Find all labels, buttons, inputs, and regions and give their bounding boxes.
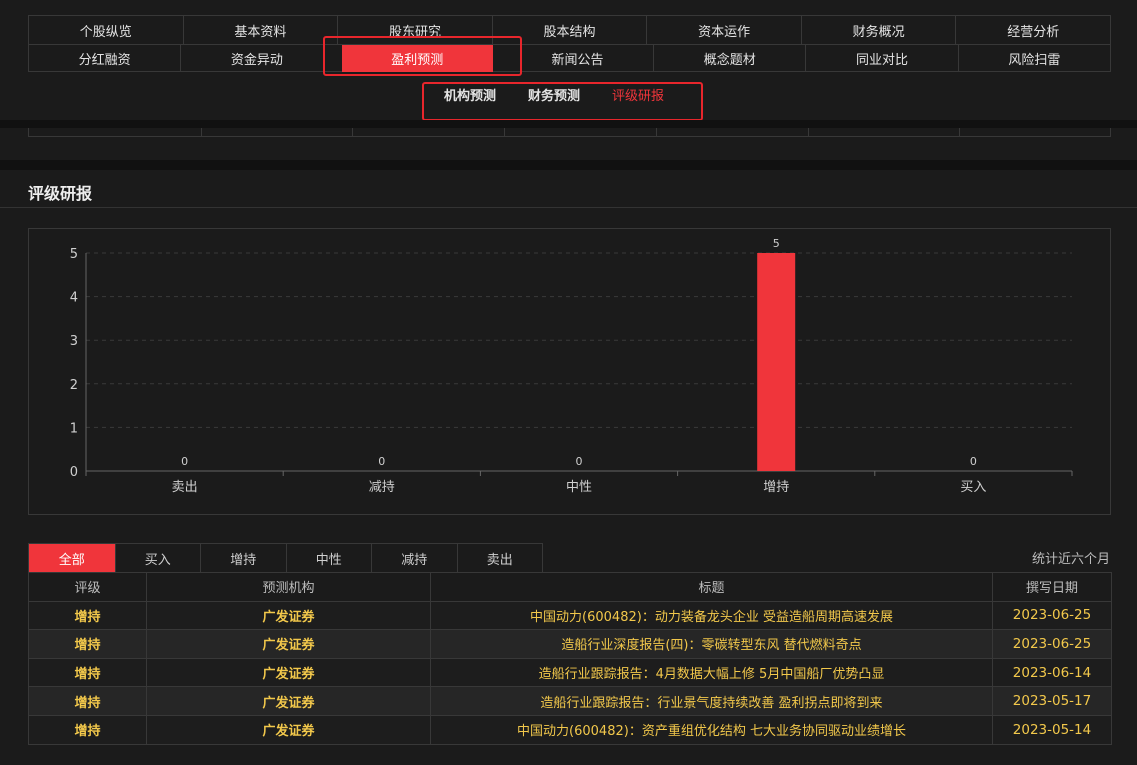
main-nav: 个股纵览 基本资料 股东研究 股本结构 资本运作 财务概况 经营分析 分红融资 … (28, 15, 1111, 72)
highlight-box-nav (323, 36, 522, 76)
report-table: 评级 预测机构 标题 撰写日期 增持 广发证券 中国动力(600482)：动力装… (28, 572, 1112, 745)
table-header-row: 评级 预测机构 标题 撰写日期 (28, 572, 1112, 602)
strip-divider (504, 128, 505, 136)
cell-rating: 增持 (28, 657, 147, 688)
section-title: 评级研报 (28, 184, 93, 203)
cell-rating: 增持 (28, 600, 147, 631)
table-row[interactable]: 增持 广发证券 中国动力(600482)：资产重组优化结构 七大业务协同驱动业绩… (28, 714, 1112, 745)
nav-item-overview[interactable]: 个股纵览 (29, 16, 183, 44)
stat-period-note: 统计近六个月 (1031, 552, 1110, 567)
y-tick-label: 4 (70, 291, 78, 306)
header-title[interactable]: 标题 (430, 572, 993, 602)
header-date[interactable]: 撰写日期 (992, 572, 1112, 602)
data-label: 5 (773, 237, 780, 250)
cell-date: 2023-05-14 (992, 714, 1112, 745)
cell-org: 广发证券 (146, 714, 431, 745)
header-org[interactable]: 预测机构 (146, 572, 431, 602)
section-divider (0, 160, 1137, 170)
previous-table-remnant (28, 128, 1111, 137)
table-row[interactable]: 增持 广发证券 造船行业跟踪报告：行业景气度持续改善 盈利拐点即将到来 2023… (28, 686, 1112, 716)
cell-org: 广发证券 (146, 629, 431, 659)
rating-bar-chart: 0 1 2 3 4 5 0 卖出 0 减持 0 中性 5 增持 0 买入 (70, 237, 1073, 495)
filter-tab-sell[interactable]: 卖出 (456, 544, 543, 573)
cell-title-link[interactable]: 造船行业跟踪报告：行业景气度持续改善 盈利拐点即将到来 (430, 686, 993, 716)
nav-item-capital-operation[interactable]: 资本运作 (646, 16, 801, 44)
nav-item-peer-comparison[interactable]: 同业对比 (805, 45, 957, 72)
cell-rating: 增持 (28, 686, 147, 716)
data-label: 0 (970, 455, 977, 468)
cell-org: 广发证券 (146, 657, 431, 688)
highlight-box-subtabs (422, 82, 703, 121)
cell-title-link[interactable]: 中国动力(600482)：资产重组优化结构 七大业务协同驱动业绩增长 (430, 714, 993, 745)
filter-tab-neutral[interactable]: 中性 (285, 544, 372, 573)
rating-chart-panel: 0 1 2 3 4 5 0 卖出 0 减持 0 中性 5 增持 0 买入 (28, 228, 1111, 515)
x-tick-label: 增持 (763, 480, 789, 495)
strip-divider (808, 128, 809, 136)
strip-divider (352, 128, 353, 136)
cell-rating: 增持 (28, 629, 147, 659)
nav-item-news-announcements[interactable]: 新闻公告 (502, 45, 653, 72)
x-tick-label: 卖出 (172, 480, 198, 495)
y-tick-label: 1 (70, 421, 78, 436)
cell-title-link[interactable]: 造船行业深度报告(四)：零碳转型东风 替代燃料奇点 (430, 629, 993, 659)
strip-divider (656, 128, 657, 136)
filter-tab-underweight[interactable]: 减持 (371, 544, 457, 573)
nav-item-fund-movement[interactable]: 资金异动 (180, 45, 332, 72)
cell-org: 广发证券 (146, 600, 431, 631)
nav-item-basic-info[interactable]: 基本资料 (182, 16, 338, 44)
rating-filter-tabs: 全部 买入 增持 中性 减持 卖出 (28, 543, 543, 573)
y-tick-label: 3 (70, 334, 78, 349)
table-row[interactable]: 增持 广发证券 造船行业跟踪报告：4月数据大幅上修 5月中国船厂优势凸显 202… (28, 657, 1112, 688)
cell-date: 2023-06-14 (992, 657, 1112, 688)
cell-date: 2023-05-17 (992, 686, 1112, 716)
bar-3 (757, 253, 796, 471)
section-separator (0, 120, 1137, 128)
main-nav-row-2: 分红融资 资金异动 盈利预测 新闻公告 概念题材 同业对比 风险扫雷 (29, 44, 1110, 72)
cell-title-link[interactable]: 造船行业跟踪报告：4月数据大幅上修 5月中国船厂优势凸显 (430, 657, 993, 688)
strip-divider (959, 128, 960, 136)
filter-tab-overweight[interactable]: 增持 (200, 544, 286, 573)
header-rating[interactable]: 评级 (28, 572, 147, 602)
x-tick-label: 买入 (960, 480, 986, 495)
x-tick-label: 中性 (566, 480, 592, 495)
data-label: 0 (378, 455, 385, 468)
data-label: 0 (576, 455, 583, 468)
nav-item-financial-overview[interactable]: 财务概况 (800, 16, 956, 44)
y-tick-label: 5 (70, 247, 78, 262)
cell-title-link[interactable]: 中国动力(600482)：动力装备龙头企业 受益造船周期高速发展 (430, 600, 993, 631)
cell-org: 广发证券 (146, 686, 431, 716)
cell-date: 2023-06-25 (992, 629, 1112, 659)
main-nav-row-1: 个股纵览 基本资料 股东研究 股本结构 资本运作 财务概况 经营分析 (29, 16, 1110, 44)
section-underline (0, 207, 1137, 208)
cell-rating: 增持 (28, 714, 147, 745)
filter-tab-buy[interactable]: 买入 (114, 544, 201, 573)
y-tick-label: 0 (70, 465, 78, 480)
y-tick-label: 2 (70, 378, 78, 393)
cell-date: 2023-06-25 (992, 600, 1112, 631)
data-label: 0 (181, 455, 188, 468)
filter-tab-all[interactable]: 全部 (29, 544, 115, 573)
nav-item-risk-scan[interactable]: 风险扫雷 (957, 45, 1110, 72)
x-tick-label: 减持 (369, 480, 395, 495)
table-row[interactable]: 增持 广发证券 中国动力(600482)：动力装备龙头企业 受益造船周期高速发展… (28, 600, 1112, 631)
strip-divider (201, 128, 202, 136)
nav-item-dividend-financing[interactable]: 分红融资 (29, 45, 180, 72)
nav-item-concept-themes[interactable]: 概念题材 (653, 45, 805, 72)
table-row[interactable]: 增持 广发证券 造船行业深度报告(四)：零碳转型东风 替代燃料奇点 2023-0… (28, 629, 1112, 659)
nav-item-business-analysis[interactable]: 经营分析 (955, 16, 1110, 44)
